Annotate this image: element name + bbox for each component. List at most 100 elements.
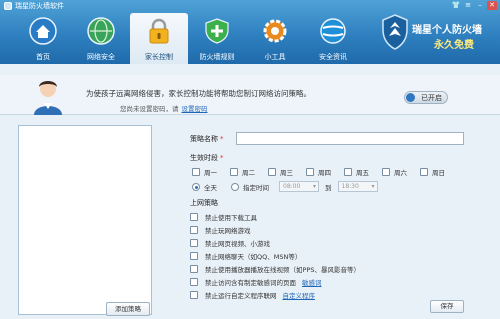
checkbox[interactable] — [190, 278, 198, 286]
window-controls: 👕 ≡ – ✕ — [451, 1, 497, 10]
day-label: 周四 — [318, 169, 331, 177]
checkbox[interactable] — [306, 168, 314, 176]
menu-icon[interactable]: ≡ — [463, 1, 473, 10]
sensitive-words-link[interactable]: 敏感词 — [302, 277, 322, 287]
rule-label: 禁止运行自定义程序联网 — [205, 292, 277, 300]
day-label: 周六 — [394, 169, 407, 177]
policy-name-input[interactable] — [236, 132, 464, 145]
policy-form: 策略名称 * 生效时段 * 周一 周二 周三 周四 周五 周六 周日 全天 指定时间… — [152, 125, 482, 315]
checkbox[interactable] — [190, 239, 198, 247]
nav-item-parental-control[interactable]: 家长控制 — [130, 13, 188, 64]
checkbox[interactable] — [190, 291, 198, 299]
specified-time-radio[interactable] — [231, 182, 239, 191]
checkbox[interactable] — [190, 213, 198, 221]
main-nav: 首页 网络安全 家长控制 防火墙规则 小工具 安全资讯 — [14, 13, 362, 64]
save-button[interactable]: 保存 — [430, 300, 464, 313]
day-label: 周三 — [280, 169, 293, 177]
checkbox[interactable] — [344, 168, 352, 176]
info-banner: 为使孩子远离网络侵害，家长控制功能将帮助您制订网络访问策略。 您尚未设置密码，请… — [0, 75, 500, 115]
checkbox[interactable] — [382, 168, 390, 176]
nav-label: 安全资讯 — [319, 53, 347, 61]
nav-label: 小工具 — [264, 53, 286, 61]
custom-program-link[interactable]: 自定义程序 — [283, 290, 316, 300]
title-bar: 瑞星防火墙软件 👕 ≡ – ✕ — [0, 0, 500, 12]
rule-label: 禁止网络聊天（如QQ、MSN等） — [205, 253, 302, 261]
time-to-label: 到 — [325, 183, 332, 192]
policy-name-label: 策略名称 * — [190, 134, 224, 144]
rule-item[interactable]: 禁止使用下载工具 — [190, 212, 257, 222]
parental-control-toggle[interactable]: 已开启 — [404, 91, 448, 104]
rule-label: 禁止使用播放器播放在线视频（如PPS、暴风影音等） — [205, 266, 360, 274]
banner-password-hint: 您尚未设置密码，请 设置密码 — [120, 103, 208, 113]
all-day-radio[interactable] — [192, 182, 200, 191]
banner-message: 为使孩子远离网络侵害，家长控制功能将帮助您制订网络访问策略。 — [86, 89, 311, 98]
checkbox[interactable] — [192, 168, 200, 176]
app-title: 瑞星防火墙软件 — [15, 2, 64, 10]
required-mark: * — [220, 135, 224, 143]
rule-label: 禁止玩网络游戏 — [205, 227, 251, 235]
skin-icon[interactable]: 👕 — [451, 1, 461, 10]
nav-item-home[interactable]: 首页 — [14, 13, 72, 64]
day-friday[interactable]: 周五 — [344, 167, 369, 177]
close-icon[interactable]: ✕ — [487, 1, 497, 10]
rising-shield-logo-icon — [382, 14, 408, 50]
lock-icon — [149, 18, 169, 44]
day-wednesday[interactable]: 周三 — [268, 167, 293, 177]
nav-item-security-news[interactable]: 安全资讯 — [304, 13, 362, 64]
add-policy-button[interactable]: 添加策略 — [106, 302, 150, 316]
day-label: 周一 — [204, 169, 217, 177]
nav-item-network-security[interactable]: 网络安全 — [72, 13, 130, 64]
required-mark: * — [220, 154, 224, 162]
rule-item[interactable]: 禁止玩网络游戏 — [190, 225, 251, 235]
toggle-knob — [406, 93, 415, 102]
effective-period-label: 生效时段 * — [190, 153, 224, 163]
nav-label: 网络安全 — [87, 53, 115, 61]
checkbox[interactable] — [190, 265, 198, 273]
start-time-select[interactable]: 08:00 — [279, 181, 319, 192]
checkbox[interactable] — [190, 226, 198, 234]
nav-item-firewall-rules[interactable]: 防火墙规则 — [188, 13, 246, 64]
promo-banner: 瑞星个人防火墙 永久免费 — [382, 14, 492, 54]
parent-avatar-icon — [34, 81, 62, 115]
checkbox[interactable] — [190, 252, 198, 260]
effective-period-label-text: 生效时段 — [190, 154, 218, 162]
app-header: 瑞星防火墙软件 👕 ≡ – ✕ 首页 网络安全 家长控制 防火墙规则 小工具 安… — [0, 0, 500, 64]
specified-time-label: 指定时间 — [243, 183, 269, 192]
rule-item[interactable]: 禁止运行自定义程序联网 自定义程序 — [190, 290, 315, 300]
set-password-link[interactable]: 设置密码 — [182, 105, 208, 113]
internet-policy-label: 上网策略 — [190, 199, 218, 207]
day-monday[interactable]: 周一 — [192, 167, 217, 177]
day-sunday[interactable]: 周日 — [420, 167, 445, 177]
all-day-label: 全天 — [204, 183, 217, 192]
home-icon — [29, 17, 57, 45]
nav-label: 防火墙规则 — [199, 53, 235, 61]
day-label: 周二 — [242, 169, 255, 177]
day-saturday[interactable]: 周六 — [382, 167, 407, 177]
checkbox[interactable] — [230, 168, 238, 176]
toggle-label: 已开启 — [421, 94, 442, 102]
nav-label: 首页 — [36, 53, 50, 61]
app-logo-icon — [4, 2, 12, 10]
end-time-select[interactable]: 18:30 — [337, 181, 378, 192]
promo-title: 瑞星个人防火墙 — [412, 25, 482, 36]
nav-item-tools[interactable]: 小工具 — [246, 13, 304, 64]
rule-item[interactable]: 禁止网页视频、小游戏 — [190, 238, 270, 248]
policy-list[interactable] — [18, 125, 152, 315]
rule-label: 禁止使用下载工具 — [205, 214, 257, 222]
checkbox[interactable] — [420, 168, 428, 176]
rule-item[interactable]: 禁止网络聊天（如QQ、MSN等） — [190, 251, 301, 261]
minimize-icon[interactable]: – — [475, 1, 485, 10]
day-label: 周日 — [432, 169, 445, 177]
banner-sub-text: 您尚未设置密码，请 — [120, 105, 179, 113]
rule-item[interactable]: 禁止访问含有制定敏感词的页面 敏感词 — [190, 277, 322, 287]
day-thursday[interactable]: 周四 — [306, 167, 331, 177]
policy-name-label-text: 策略名称 — [190, 135, 218, 143]
day-tuesday[interactable]: 周二 — [230, 167, 255, 177]
globe-shield-icon — [87, 17, 115, 45]
gear-icon — [263, 19, 287, 43]
rule-label: 禁止访问含有制定敏感词的页面 — [205, 279, 296, 287]
nav-label: 家长控制 — [145, 53, 173, 61]
shield-icon — [205, 18, 229, 44]
checkbox[interactable] — [268, 168, 276, 176]
rule-item[interactable]: 禁止使用播放器播放在线视频（如PPS、暴风影音等） — [190, 264, 360, 274]
